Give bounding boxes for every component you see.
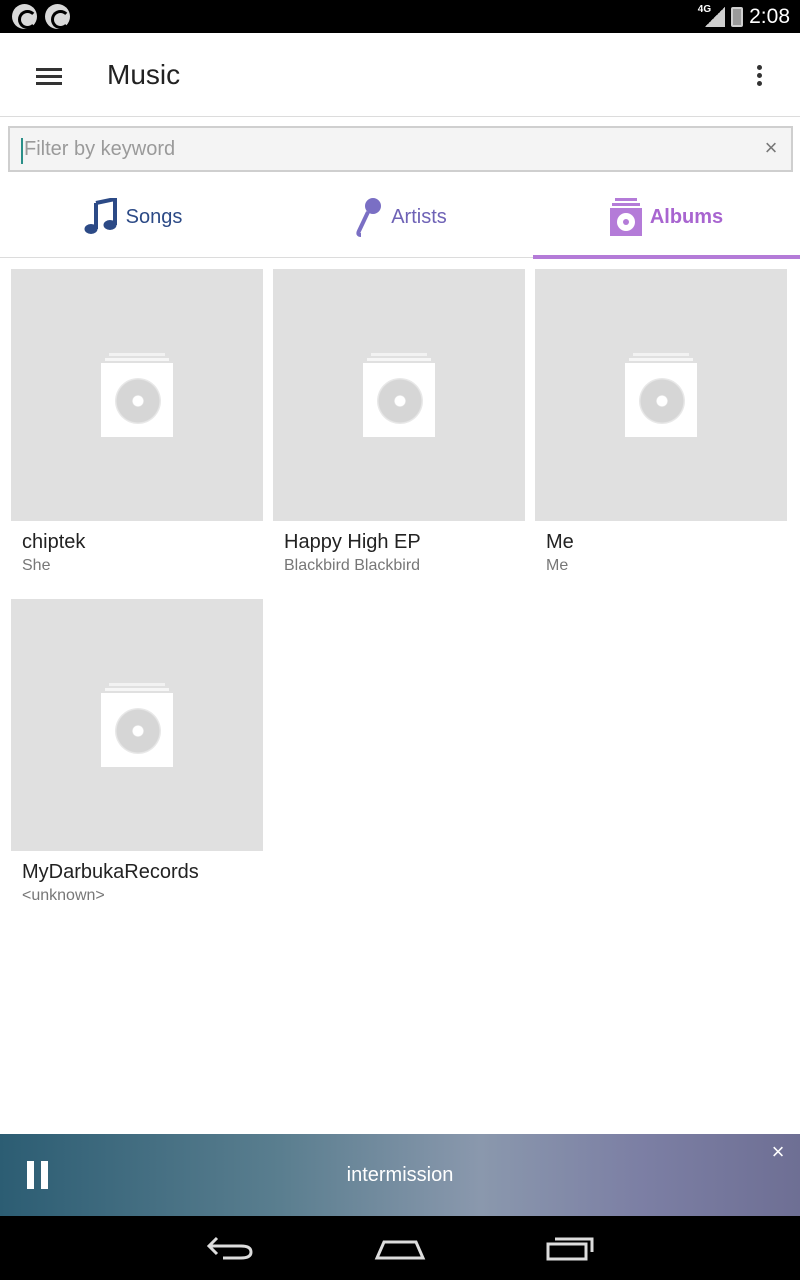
tab-artists-label: Artists: [391, 205, 447, 228]
tab-songs[interactable]: Songs: [0, 176, 266, 258]
album-artist: Blackbird Blackbird: [284, 557, 421, 574]
album-placeholder-icon: [101, 353, 173, 437]
recents-icon[interactable]: [545, 1234, 595, 1262]
album-card[interactable]: Me Me: [535, 269, 787, 576]
now-playing-bar[interactable]: intermission ×: [0, 1134, 800, 1216]
system-nav-bar: [0, 1216, 800, 1280]
album-card[interactable]: MyDarbukaRecords <unknown>: [11, 599, 263, 906]
filter-input[interactable]: [22, 128, 742, 170]
tab-albums-label: Albums: [649, 205, 724, 228]
status-bar: 4G 2:08: [0, 0, 800, 33]
album-cover: [11, 599, 263, 851]
album-artist: Me: [546, 557, 569, 574]
album-card[interactable]: chiptek She: [11, 269, 263, 576]
music-note-icon: [84, 198, 117, 234]
microphone-icon: [356, 198, 382, 237]
status-clock: 2:08: [749, 4, 790, 28]
home-icon[interactable]: [374, 1234, 426, 1262]
back-icon[interactable]: [205, 1234, 255, 1262]
hamburger-menu-icon[interactable]: [36, 68, 62, 85]
app-bar: Music: [0, 33, 800, 117]
now-playing-title: intermission: [346, 1164, 454, 1186]
page-title: Music: [107, 59, 181, 90]
album-title: Happy High EP: [284, 531, 421, 553]
tab-artists[interactable]: Artists: [266, 176, 532, 258]
selected-tab-indicator: [533, 255, 800, 259]
tab-songs-label: Songs: [125, 205, 183, 228]
notification-icons: [12, 4, 70, 29]
notification-app-icon: [45, 4, 70, 29]
album-placeholder-icon: [101, 683, 173, 767]
album-artist: She: [22, 557, 51, 574]
album-artist: <unknown>: [22, 887, 105, 904]
tab-albums[interactable]: Albums: [533, 176, 800, 259]
album-cover: [273, 269, 525, 521]
tab-bar: Songs Artists Albums: [0, 176, 800, 259]
clear-filter-icon[interactable]: ×: [761, 137, 781, 159]
album-icon: [609, 198, 642, 236]
battery-icon: [731, 6, 744, 27]
album-title: MyDarbukaRecords: [22, 861, 199, 883]
overflow-menu-icon[interactable]: [757, 65, 763, 87]
status-indicators: 4G 2:08: [686, 0, 790, 33]
filter-box: ×: [8, 126, 793, 172]
album-cover: [11, 269, 263, 521]
network-type-label: 4G: [697, 4, 712, 15]
album-title: chiptek: [22, 531, 86, 553]
close-icon[interactable]: ×: [768, 1141, 788, 1163]
album-placeholder-icon: [363, 353, 435, 437]
album-title: Me: [546, 531, 574, 553]
album-cover: [535, 269, 787, 521]
album-card[interactable]: Happy High EP Blackbird Blackbird: [273, 269, 525, 576]
notification-app-icon: [12, 4, 37, 29]
album-placeholder-icon: [625, 353, 697, 437]
